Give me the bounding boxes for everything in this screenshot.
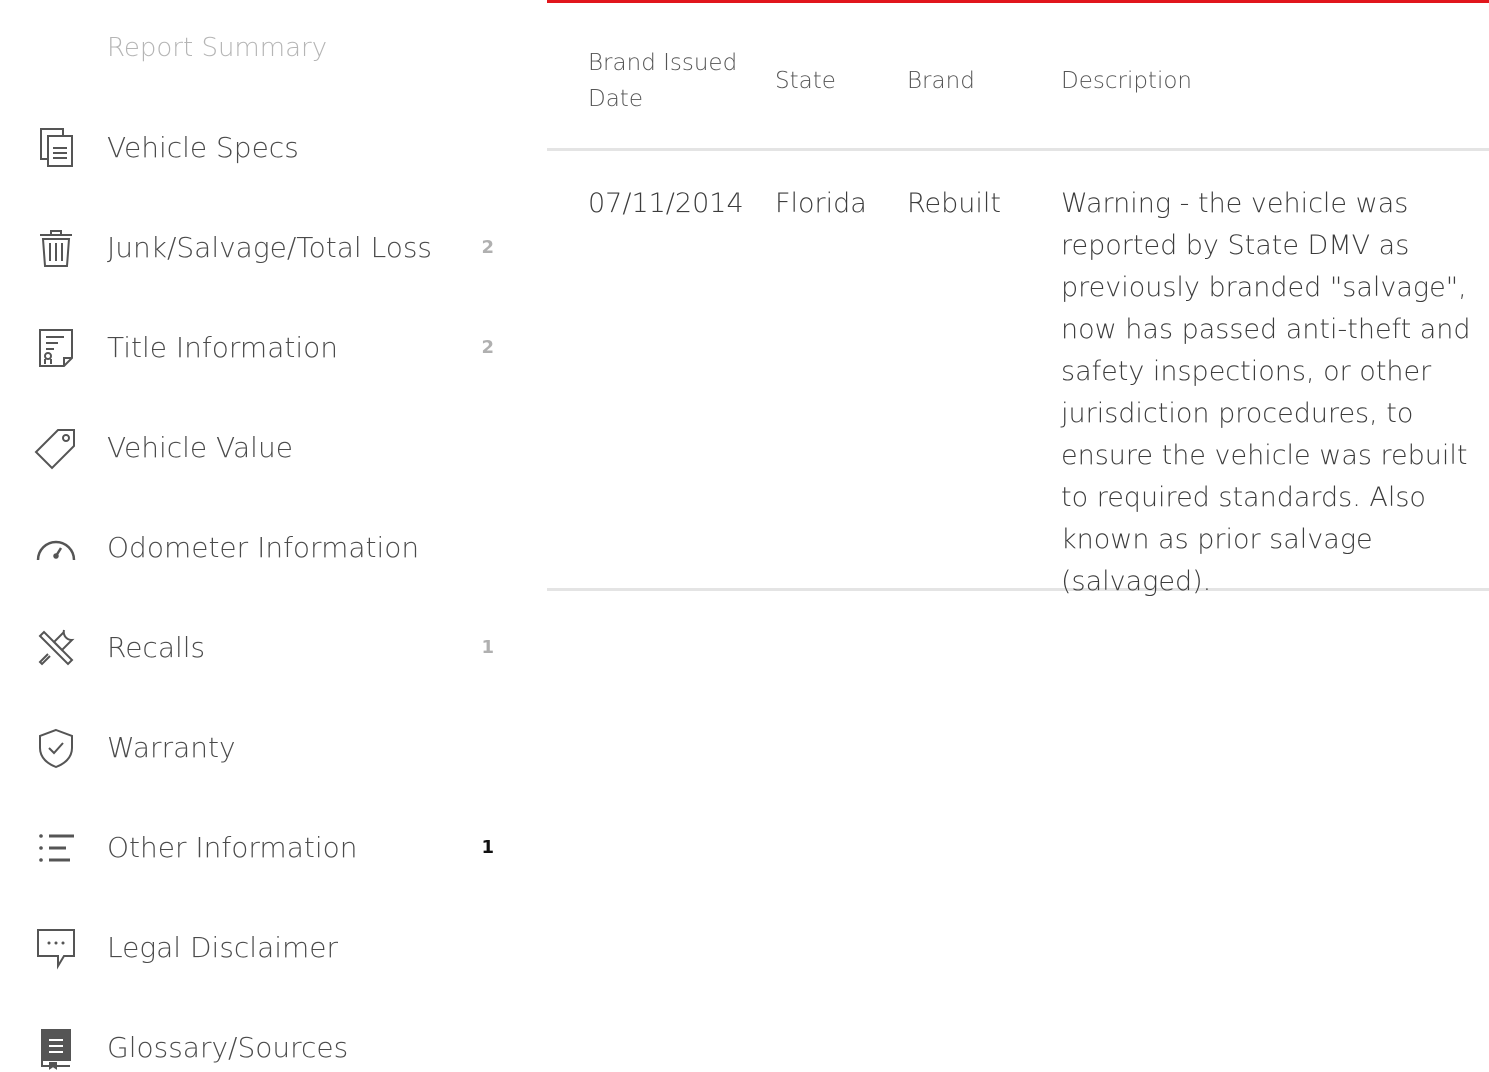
table-header-row: Brand Issued Date State Brand Descriptio… — [547, 3, 1489, 151]
tools-icon — [34, 626, 78, 670]
sidebar-item-label: Vehicle Value — [107, 431, 293, 464]
title-brand-table: Brand Issued Date State Brand Descriptio… — [547, 0, 1489, 1072]
sidebar-item-vehicle-specs[interactable]: Vehicle Specs — [0, 98, 520, 198]
shield-check-icon — [34, 726, 78, 770]
sidebar-item-label: Title Information — [107, 331, 338, 364]
column-header-description: Description — [1061, 68, 1192, 94]
report-page: Report Summary Vehicle Specs Junk/Salvag… — [0, 0, 1489, 1072]
column-header-state: State — [775, 68, 836, 94]
sidebar-item-junk-salvage-total-loss[interactable]: Junk/Salvage/Total Loss 2 — [0, 198, 520, 298]
sidebar-item-label: Odometer Information — [107, 531, 420, 564]
sidebar-item-other-information[interactable]: Other Information 1 — [0, 798, 520, 898]
chat-bubble-icon — [34, 926, 78, 970]
column-header-brand: Brand — [907, 68, 975, 94]
sidebar-item-badge: 2 — [481, 237, 494, 258]
cell-state: Florida — [775, 188, 867, 219]
sidebar-item-label: Vehicle Specs — [107, 131, 299, 164]
column-header-brand-issued-date: Brand Issued Date — [588, 50, 738, 112]
price-tag-icon — [34, 426, 78, 470]
sidebar-item-badge: 2 — [481, 337, 494, 358]
table-row: 07/11/2014 Florida Rebuilt Warning - the… — [547, 151, 1489, 597]
sidebar-item-vehicle-value[interactable]: Vehicle Value — [0, 398, 520, 498]
gauge-icon — [34, 526, 78, 570]
sidebar-item-badge: 1 — [481, 837, 494, 858]
sidebar-item-warranty[interactable]: Warranty — [0, 698, 520, 798]
sidebar-item-label: Recalls — [107, 631, 206, 664]
sidebar-item-label: Other Information — [107, 831, 358, 864]
document-copy-icon — [34, 126, 78, 170]
sidebar-item-odometer-information[interactable]: Odometer Information — [0, 498, 520, 598]
sidebar-item-legal-disclaimer[interactable]: Legal Disclaimer — [0, 898, 520, 998]
sidebar-item-title-information[interactable]: Title Information 2 — [0, 298, 520, 398]
report-sidebar-nav: Report Summary Vehicle Specs Junk/Salvag… — [0, 0, 520, 1072]
sidebar-item-label: Warranty — [107, 731, 236, 764]
sidebar-item-glossary-sources[interactable]: Glossary/Sources — [0, 998, 520, 1072]
book-icon — [34, 1026, 78, 1070]
sidebar-item-badge: 1 — [481, 637, 494, 658]
list-icon — [34, 826, 78, 870]
cell-brand-issued-date: 07/11/2014 — [588, 188, 744, 219]
title-certificate-icon — [34, 326, 78, 370]
sidebar-item-label: Junk/Salvage/Total Loss — [107, 231, 433, 264]
sidebar-item-label: Legal Disclaimer — [107, 931, 339, 964]
cell-description: Warning - the vehicle was reported by St… — [1061, 188, 1471, 597]
trash-icon — [34, 226, 78, 270]
sidebar-item-recalls[interactable]: Recalls 1 — [0, 598, 520, 698]
cell-brand: Rebuilt — [907, 188, 1001, 219]
report-summary-link[interactable]: Report Summary — [107, 30, 327, 66]
sidebar-item-label: Glossary/Sources — [107, 1031, 349, 1064]
